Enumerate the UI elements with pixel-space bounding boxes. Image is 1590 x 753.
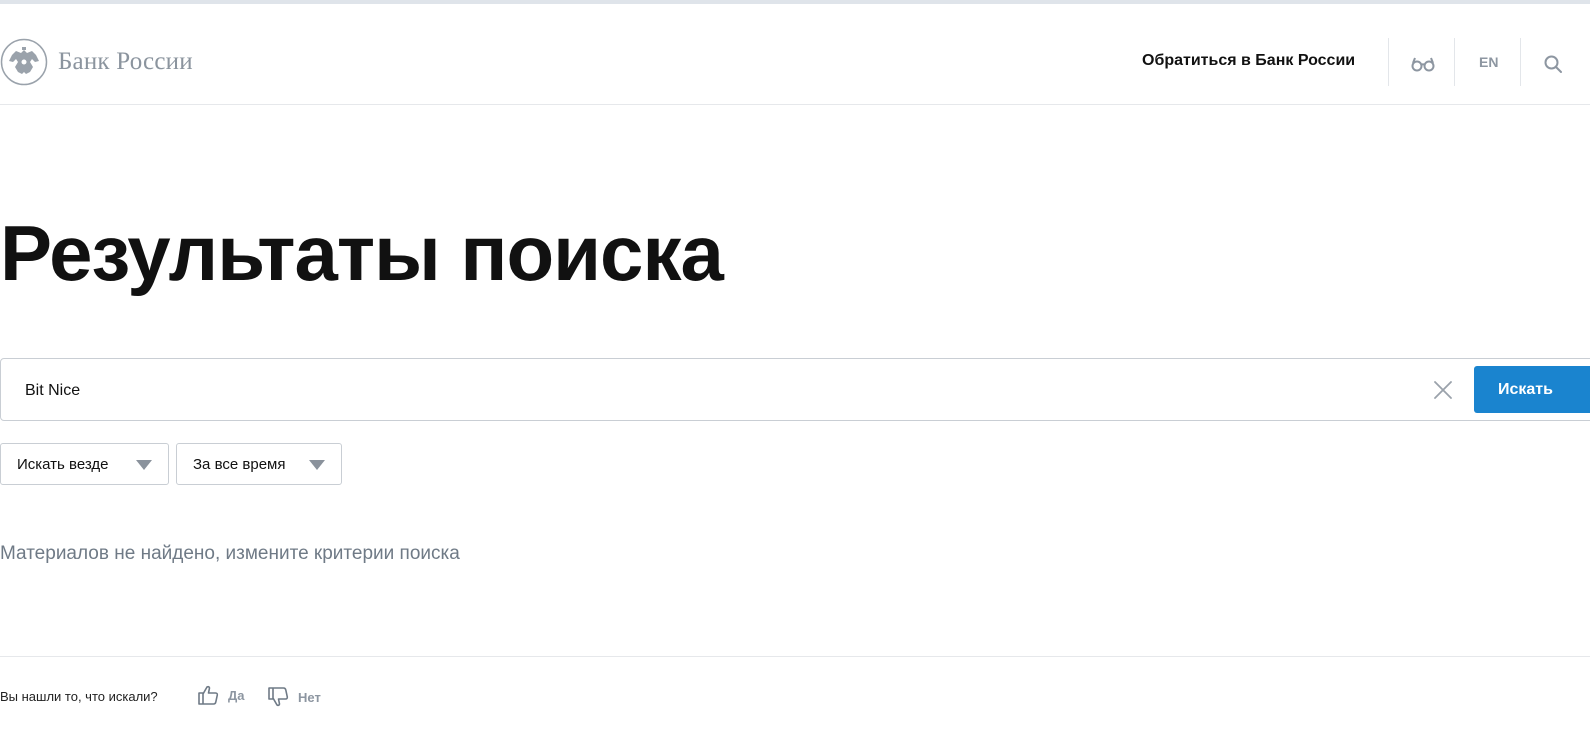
contact-bank-link[interactable]: Обратиться в Банк России bbox=[1142, 52, 1355, 70]
search-icon[interactable] bbox=[1543, 54, 1563, 74]
page-title: Результаты поиска bbox=[0, 209, 724, 297]
search-scope-select[interactable]: Искать везде bbox=[0, 443, 169, 485]
language-switch-button[interactable]: EN bbox=[1479, 54, 1498, 70]
header-divider bbox=[1520, 38, 1521, 86]
caret-down-icon bbox=[136, 460, 152, 470]
feedback-no-label: Нет bbox=[298, 689, 321, 705]
feedback-divider bbox=[0, 656, 1590, 657]
thumbs-down-icon bbox=[268, 687, 289, 707]
feedback-no-button[interactable]: Нет bbox=[267, 686, 321, 708]
site-header: Банк России Обратиться в Банк России EN bbox=[0, 4, 1590, 105]
search-scope-label: Искать везде bbox=[17, 455, 109, 473]
thumbs-up-icon bbox=[198, 685, 219, 705]
header-divider bbox=[1454, 38, 1455, 86]
search-submit-button[interactable]: Искать bbox=[1474, 366, 1590, 413]
logo-text: Банк России bbox=[58, 48, 193, 75]
feedback-question: Вы нашли то, что искали? bbox=[0, 689, 158, 704]
search-period-select[interactable]: За все время bbox=[176, 443, 342, 485]
glasses-icon[interactable] bbox=[1410, 54, 1436, 74]
close-icon[interactable] bbox=[1432, 379, 1454, 401]
search-period-label: За все время bbox=[193, 455, 286, 473]
caret-down-icon bbox=[309, 460, 325, 470]
feedback-yes-label: Да bbox=[228, 687, 245, 703]
feedback-yes-button[interactable]: Да bbox=[197, 684, 245, 706]
search-input[interactable] bbox=[25, 379, 1405, 403]
site-logo[interactable]: Банк России bbox=[0, 38, 193, 86]
double-headed-eagle-emblem-icon bbox=[0, 38, 48, 86]
no-results-message: Материалов не найдено, измените критерии… bbox=[0, 543, 460, 564]
header-divider bbox=[1388, 38, 1389, 86]
search-box bbox=[0, 358, 1590, 421]
